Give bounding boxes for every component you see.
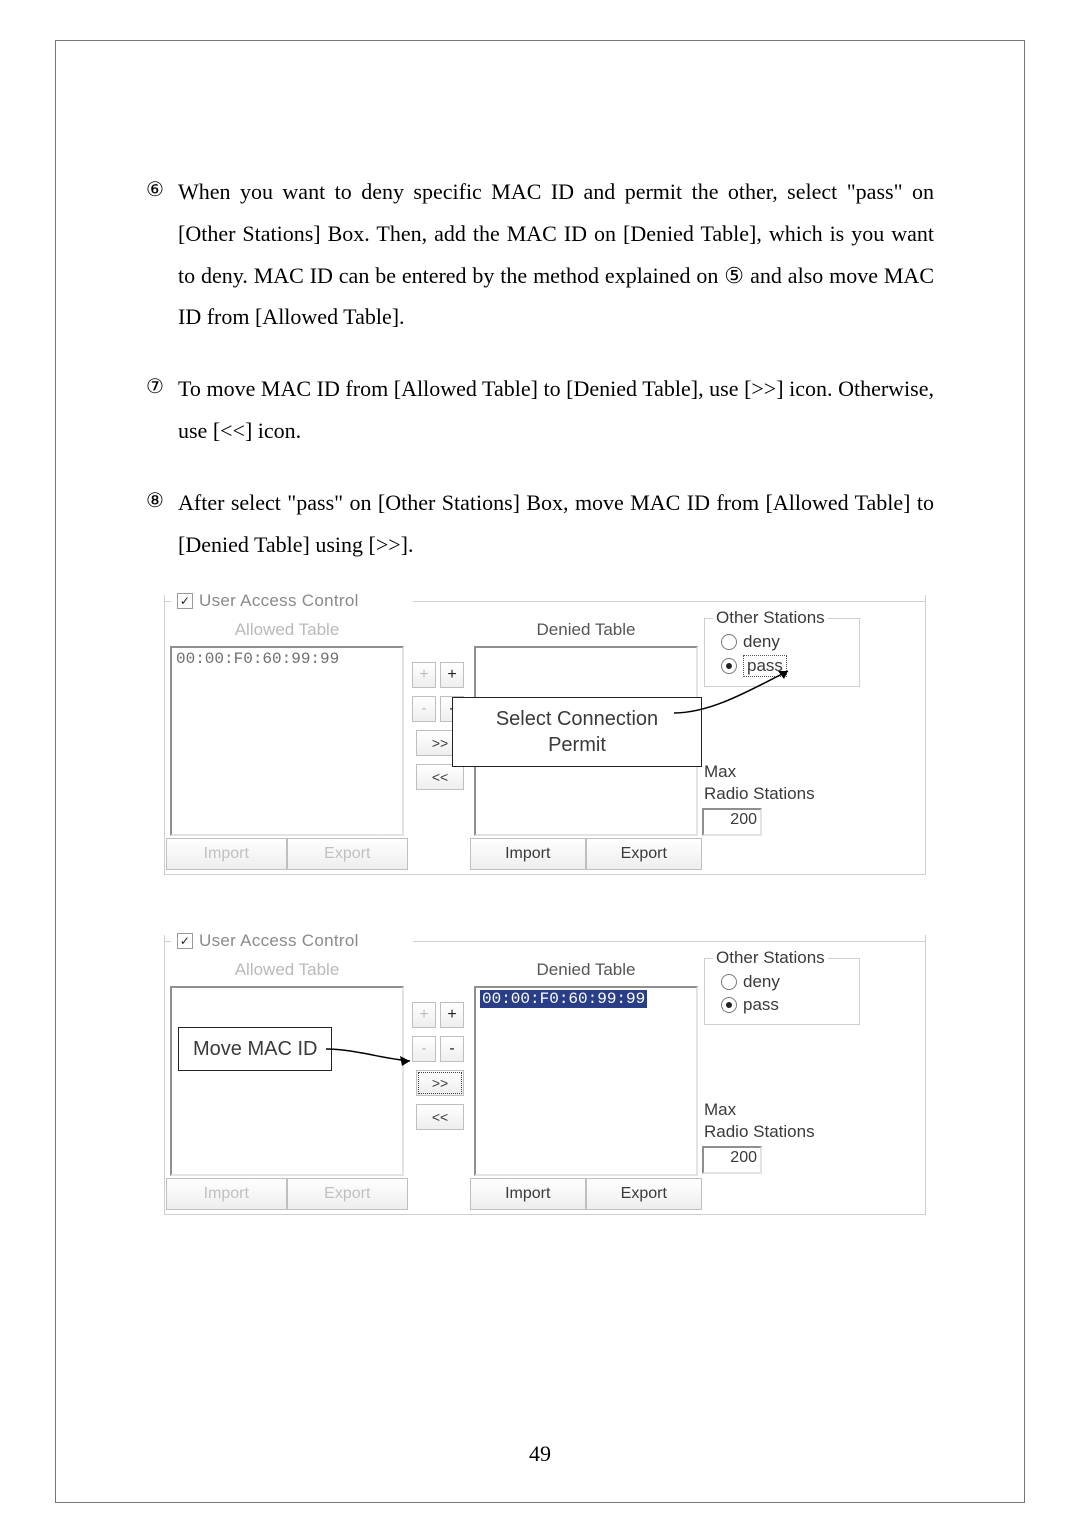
allowed-table-item[interactable]: 00:00:F0:60:99:99 bbox=[176, 650, 339, 668]
radio-deny-2[interactable] bbox=[721, 974, 737, 990]
denied-add-button-2[interactable]: + bbox=[440, 1002, 464, 1028]
radio-deny-label-2: deny bbox=[743, 972, 780, 992]
uac-title-row: ✓ User Access Control bbox=[175, 591, 361, 611]
callout-select-permit: Select Connection Permit bbox=[452, 697, 702, 767]
callout-arrow-icon bbox=[672, 667, 802, 719]
allowed-table-list[interactable]: 00:00:F0:60:99:99 bbox=[170, 646, 404, 836]
instruction-6: When you want to deny specific MAC ID an… bbox=[178, 171, 934, 338]
max-label-1b: Max bbox=[704, 1100, 736, 1119]
allowed-export-button-2[interactable]: Export bbox=[287, 1178, 408, 1210]
allowed-import-button-2[interactable]: Import bbox=[166, 1178, 287, 1210]
allowed-export-button[interactable]: Export bbox=[287, 838, 408, 870]
radio-deny-label: deny bbox=[743, 632, 780, 652]
callout-move-mac: Move MAC ID bbox=[178, 1027, 332, 1071]
max-stations-input[interactable]: 200 bbox=[702, 808, 762, 836]
denied-table-list-2[interactable]: 00:00:F0:60:99:99 bbox=[474, 986, 698, 1176]
instruction-list: ⑥ When you want to deny specific MAC ID … bbox=[146, 171, 934, 565]
denied-table-title: Denied Table bbox=[470, 612, 702, 644]
denied-table-title-2: Denied Table bbox=[470, 952, 702, 984]
instruction-7: To move MAC ID from [Allowed Table] to [… bbox=[178, 368, 934, 452]
allowed-table-title: Allowed Table bbox=[166, 612, 408, 644]
denied-import-button-2[interactable]: Import bbox=[470, 1178, 586, 1210]
radio-pass-2[interactable] bbox=[721, 997, 737, 1013]
allowed-remove-button[interactable]: - bbox=[412, 696, 436, 722]
list-marker-7: ⑦ bbox=[146, 368, 178, 452]
max-stations-input-2[interactable]: 200 bbox=[702, 1146, 762, 1174]
other-stations-title-2: Other Stations bbox=[713, 948, 828, 968]
uac-checkbox-2[interactable]: ✓ bbox=[177, 933, 193, 949]
screenshot-2: ✓ User Access Control Allowed Table Impo… bbox=[156, 935, 924, 1215]
uac-title-label: User Access Control bbox=[199, 591, 359, 611]
denied-remove-button-2[interactable]: - bbox=[440, 1036, 464, 1062]
allowed-add-button[interactable]: + bbox=[412, 662, 436, 688]
allowed-table-list-2[interactable] bbox=[170, 986, 404, 1176]
screenshot-1: ✓ User Access Control Allowed Table 00:0… bbox=[156, 595, 924, 875]
callout-arrow-icon-2 bbox=[324, 1043, 424, 1073]
move-left-button[interactable]: << bbox=[416, 764, 464, 790]
denied-import-button[interactable]: Import bbox=[470, 838, 586, 870]
radio-pass-label-2: pass bbox=[743, 995, 779, 1015]
page-number: 49 bbox=[56, 1441, 1024, 1467]
allowed-table-title-2: Allowed Table bbox=[166, 952, 408, 984]
move-left-button-2[interactable]: << bbox=[416, 1104, 464, 1130]
allowed-import-button[interactable]: Import bbox=[166, 838, 287, 870]
instruction-8: After select "pass" on [Other Stations] … bbox=[178, 482, 934, 566]
uac-title-row-2: ✓ User Access Control bbox=[175, 931, 361, 951]
denied-export-button[interactable]: Export bbox=[586, 838, 702, 870]
allowed-add-button-2[interactable]: + bbox=[412, 1002, 436, 1028]
other-stations-title: Other Stations bbox=[713, 608, 828, 628]
uac-checkbox[interactable]: ✓ bbox=[177, 593, 193, 609]
list-marker-6: ⑥ bbox=[146, 171, 178, 338]
denied-add-button[interactable]: + bbox=[440, 662, 464, 688]
max-label-2b: Radio Stations bbox=[704, 1122, 815, 1141]
denied-export-button-2[interactable]: Export bbox=[586, 1178, 702, 1210]
list-marker-8: ⑧ bbox=[146, 482, 178, 566]
move-right-button-2[interactable]: >> bbox=[416, 1070, 464, 1096]
uac-title-label-2: User Access Control bbox=[199, 931, 359, 951]
radio-deny[interactable] bbox=[721, 634, 737, 650]
denied-table-item[interactable]: 00:00:F0:60:99:99 bbox=[480, 990, 647, 1008]
max-label-2: Radio Stations bbox=[704, 784, 815, 803]
max-label-1: Max bbox=[704, 762, 736, 781]
